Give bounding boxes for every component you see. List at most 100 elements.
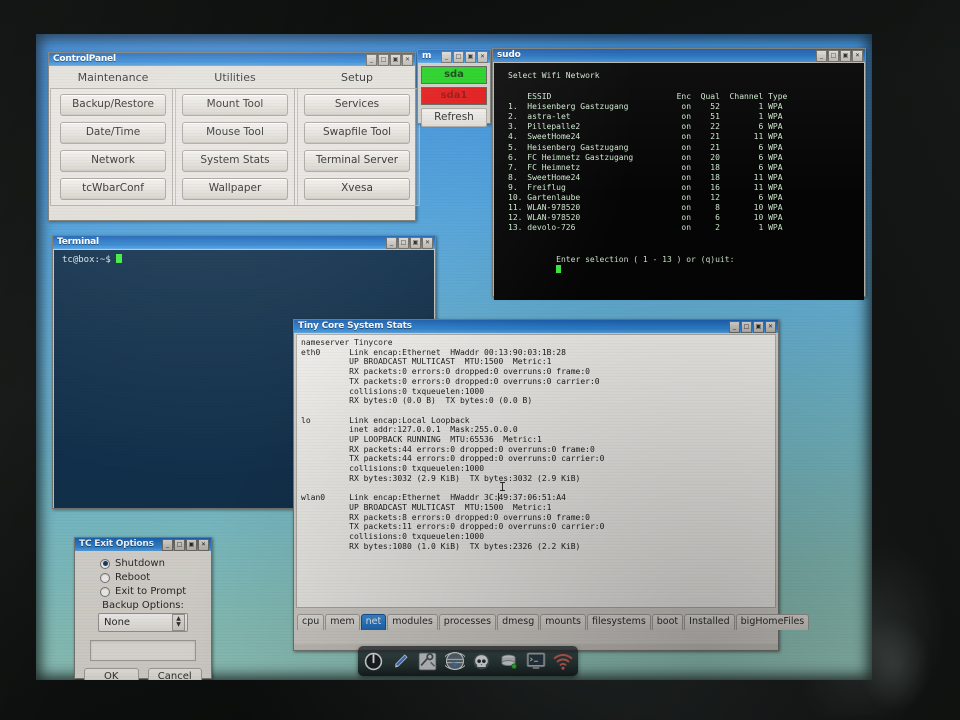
wifi-network-row[interactable]: 12. WLAN-978520 on 6 10 WPA	[508, 213, 858, 223]
radio-exit-to-prompt[interactable]: Exit to Prompt	[84, 586, 202, 597]
system-stats-window-buttons[interactable]: _ □ ▣ ✕	[729, 321, 776, 333]
minimize-icon[interactable]: _	[386, 237, 397, 249]
terminal-titlebar[interactable]: Terminal _ □ ▣ ✕	[53, 236, 435, 249]
tab-mounts[interactable]: mounts	[540, 614, 587, 630]
wifi-network-row[interactable]: 5. Heisenberg Gastzugang on 21 6 WPA	[508, 143, 858, 153]
sudo-titlebar[interactable]: sudo _ □ ▣ ✕	[493, 49, 865, 62]
close-icon[interactable]: ✕	[422, 237, 433, 249]
maximize-icon[interactable]: □	[398, 237, 409, 249]
close-icon[interactable]: ✕	[477, 51, 488, 63]
radio-button-icon[interactable]	[100, 572, 110, 583]
wifi-network-row[interactable]: 8. SweetHome24 on 18 11 WPA	[508, 173, 858, 183]
terminal-icon[interactable]	[525, 651, 546, 672]
ok-button[interactable]: OK	[84, 668, 139, 680]
control-panel-titlebar[interactable]: ControlPanel _ □ ▣ ✕	[49, 53, 415, 66]
tab-cpu[interactable]: cpu	[297, 614, 325, 630]
exit-options-window[interactable]: TC Exit Options _ □ ▣ ✕ Shutdown Reboot	[74, 537, 212, 680]
maximize-icon[interactable]: □	[378, 54, 389, 66]
control-panel-window[interactable]: ControlPanel _ □ ▣ ✕ Maintenance Backup/…	[48, 52, 420, 221]
swapfile-tool-button[interactable]: Swapfile Tool	[304, 122, 410, 144]
tab-processes[interactable]: processes	[438, 614, 497, 630]
tab-modules[interactable]: modules	[387, 614, 438, 630]
close-icon[interactable]: ✕	[765, 321, 776, 333]
wifi-network-row[interactable]: 9. Freiflug on 16 11 WPA	[508, 183, 858, 193]
system-stats-tabbar[interactable]: cpu mem net modules processes dmesg mounts file…	[294, 608, 810, 630]
backup-options-select[interactable]: None ▲ ▼	[98, 613, 188, 632]
system-stats-output-pane[interactable]: nameserver Tinycore eth0 Link encap:Ethe…	[296, 334, 776, 608]
sudo-window-buttons[interactable]: _ □ ▣ ✕	[816, 50, 863, 62]
wallpaper-button[interactable]: Wallpaper	[182, 178, 288, 200]
device-sda-button[interactable]: sda	[421, 66, 487, 84]
close-icon[interactable]: ✕	[852, 50, 863, 62]
wifi-network-row[interactable]: 10. Gartenlaube on 12 6 WPA	[508, 193, 858, 203]
close-icon[interactable]: ✕	[198, 539, 209, 551]
services-button[interactable]: Services	[304, 94, 410, 116]
restore-icon[interactable]: ▣	[465, 51, 476, 63]
wifi-network-row[interactable]: 3. Pillepalle2 on 22 6 WPA	[508, 122, 858, 132]
mouse-tool-button[interactable]: Mouse Tool	[182, 122, 288, 144]
radio-shutdown[interactable]: Shutdown	[84, 558, 202, 569]
mount-tool-titlebar[interactable]: m _ □ ▣ ✕	[418, 50, 490, 63]
app-browser-icon[interactable]	[444, 651, 465, 672]
close-icon[interactable]: ✕	[402, 54, 413, 66]
wifi-terminal-output[interactable]: Select Wifi Network ESSID Enc Qual Chann…	[494, 63, 864, 300]
sudo-wifi-window[interactable]: sudo _ □ ▣ ✕ Select Wifi Network ESSID E…	[492, 48, 866, 300]
chevron-updown-icon[interactable]: ▲ ▼	[172, 614, 185, 631]
wifi-network-row[interactable]: 2. astra-let on 51 1 WPA	[508, 112, 858, 122]
system-stats-titlebar[interactable]: Tiny Core System Stats _ □ ▣ ✕	[294, 320, 778, 333]
radio-button-icon[interactable]	[100, 558, 110, 569]
maximize-icon[interactable]: □	[453, 51, 464, 63]
wifi-network-row[interactable]: 11. WLAN-978520 on 8 10 WPA	[508, 203, 858, 213]
pen-icon[interactable]	[390, 651, 411, 672]
tab-mem[interactable]: mem	[325, 614, 360, 630]
maximize-icon[interactable]: □	[174, 539, 185, 551]
date-time-button[interactable]: Date/Time	[60, 122, 166, 144]
restore-icon[interactable]: ▣	[840, 50, 851, 62]
tab-net[interactable]: net	[360, 614, 387, 630]
minimize-icon[interactable]: _	[816, 50, 827, 62]
radio-reboot[interactable]: Reboot	[84, 572, 202, 583]
tcwbarconf-button[interactable]: tcWbarConf	[60, 178, 166, 200]
tab-filesystems[interactable]: filesystems	[587, 614, 651, 630]
wifi-network-row[interactable]: 6. FC Heimnetz Gastzugang on 20 6 WPA	[508, 153, 858, 163]
backup-restore-button[interactable]: Backup/Restore	[60, 94, 166, 116]
wifi-network-row[interactable]: 13. devolo-726 on 2 1 WPA	[508, 223, 858, 233]
wbar-dock[interactable]	[358, 646, 578, 676]
exit-options-window-buttons[interactable]: _ □ ▣ ✕	[162, 539, 209, 551]
minimize-icon[interactable]: _	[729, 321, 740, 333]
skull-icon[interactable]	[471, 651, 492, 672]
network-button[interactable]: Network	[60, 150, 166, 172]
restore-icon[interactable]: ▣	[753, 321, 764, 333]
system-stats-window[interactable]: Tiny Core System Stats _ □ ▣ ✕ nameserve…	[293, 319, 810, 651]
minimize-icon[interactable]: _	[366, 54, 377, 66]
tab-boot[interactable]: boot	[651, 614, 684, 630]
control-panel-window-buttons[interactable]: _ □ ▣ ✕	[366, 54, 413, 66]
tab-bighomefiles[interactable]: bigHomeFiles	[735, 614, 810, 630]
refresh-button[interactable]: Refresh	[421, 108, 487, 127]
radio-button-icon[interactable]	[100, 586, 110, 597]
control-panel-icon[interactable]	[417, 651, 438, 672]
mount-tool-window-buttons[interactable]: _ □ ▣ ✕	[441, 51, 488, 63]
power-icon[interactable]	[363, 651, 384, 672]
cancel-button[interactable]: Cancel	[147, 668, 202, 680]
terminal-window-buttons[interactable]: _ □ ▣ ✕	[386, 237, 433, 249]
maximize-icon[interactable]: □	[741, 321, 752, 333]
mount-tool-icon[interactable]	[498, 651, 519, 672]
exit-options-titlebar[interactable]: TC Exit Options _ □ ▣ ✕	[75, 538, 211, 551]
wifi-network-row[interactable]: 4. SweetHome24 on 21 11 WPA	[508, 132, 858, 142]
tab-installed[interactable]: Installed	[684, 614, 735, 630]
system-stats-button[interactable]: System Stats	[182, 150, 288, 172]
backup-path-input[interactable]	[90, 640, 196, 661]
wifi-icon[interactable]	[552, 651, 573, 672]
restore-icon[interactable]: ▣	[186, 539, 197, 551]
wifi-network-row[interactable]: 1. Heisenberg Gastzugang on 52 1 WPA	[508, 102, 858, 112]
restore-icon[interactable]: ▣	[390, 54, 401, 66]
xvesa-button[interactable]: Xvesa	[304, 178, 410, 200]
mount-tool-button[interactable]: Mount Tool	[182, 94, 288, 116]
restore-icon[interactable]: ▣	[410, 237, 421, 249]
terminal-server-button[interactable]: Terminal Server	[304, 150, 410, 172]
wifi-network-row[interactable]: 7. FC Heimnetz on 18 6 WPA	[508, 163, 858, 173]
device-sda1-button[interactable]: sda1	[421, 87, 487, 105]
tab-dmesg[interactable]: dmesg	[497, 614, 540, 630]
wifi-prompt-row[interactable]: Enter selection ( 1 - 13 ) or (q)uit:	[508, 244, 858, 284]
